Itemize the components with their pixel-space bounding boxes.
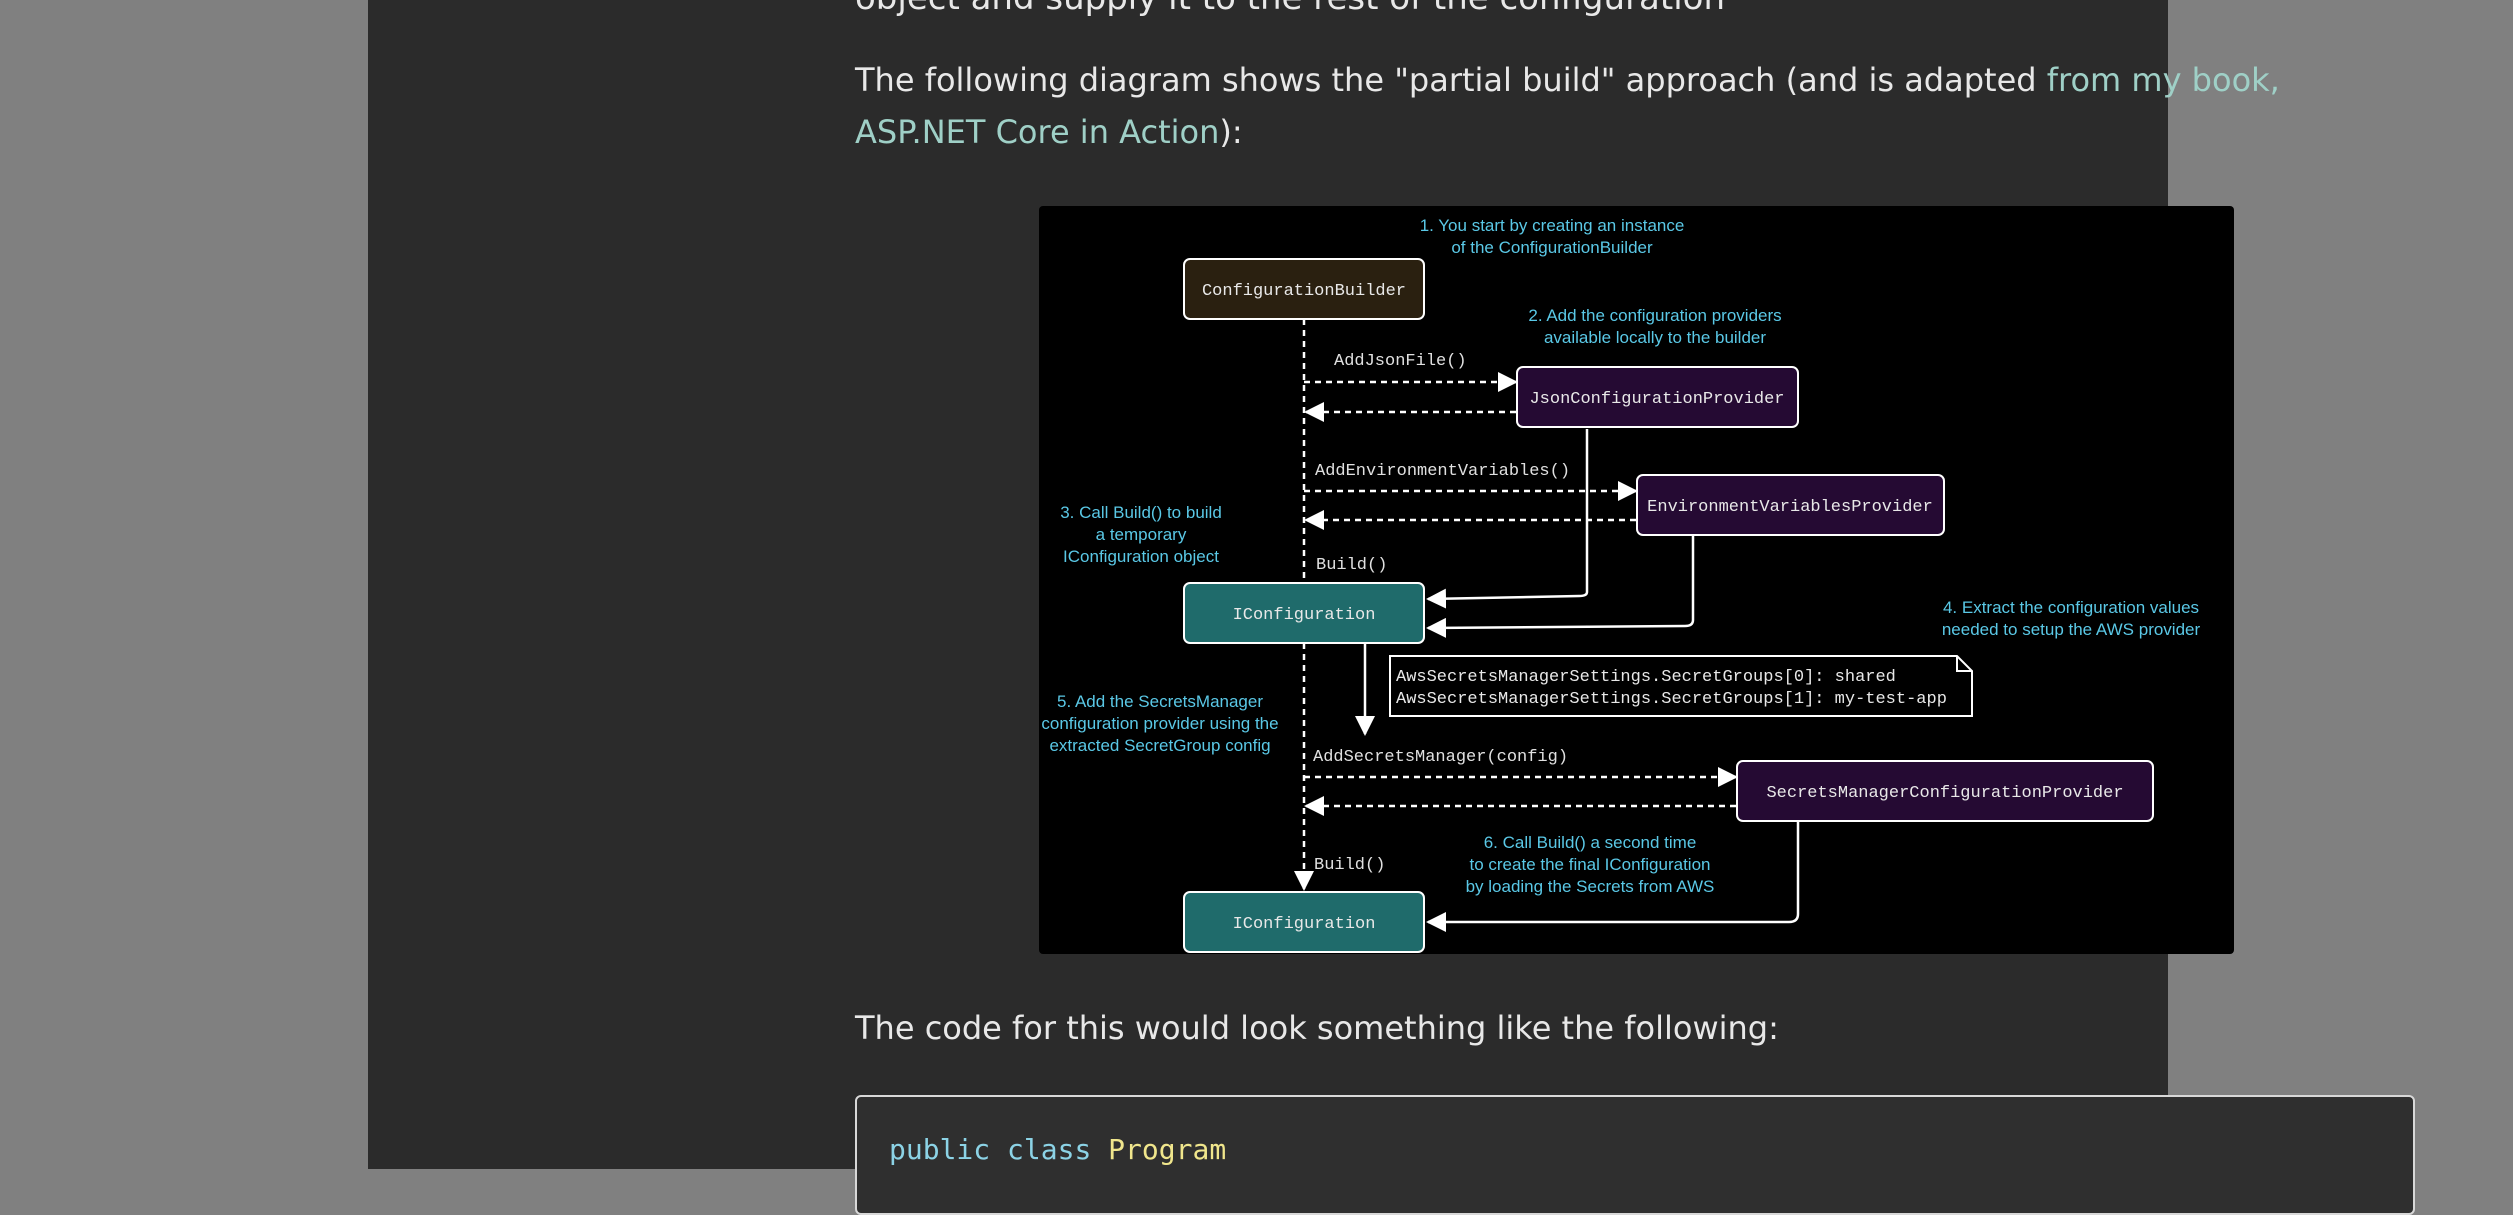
note-step-5: 5. Add the SecretsManager configuration … <box>1041 692 1278 755</box>
svg-text:1. You start by creating an in: 1. You start by creating an instance <box>1420 216 1685 235</box>
keyword-public: public <box>889 1133 991 1166</box>
secrets-provider-box: SecretsManagerConfigurationProvider <box>1736 760 2154 822</box>
note-step-3: 3. Call Build() to build a temporary ICo… <box>1060 503 1222 566</box>
json-provider-box: JsonConfigurationProvider <box>1516 366 1799 428</box>
build-call-label-1: Build() <box>1316 556 1387 575</box>
svg-text:a temporary: a temporary <box>1096 525 1187 544</box>
iconfiguration-temp-label: IConfiguration <box>1233 606 1376 625</box>
note-step-6: 6. Call Build() a second time to create … <box>1466 833 1715 896</box>
svg-text:3. Call Build() to build: 3. Call Build() to build <box>1060 503 1222 522</box>
build-call-label-2: Build() <box>1314 856 1385 875</box>
add-env-call-label: AddEnvironmentVariables() <box>1315 462 1570 481</box>
env-provider-label: EnvironmentVariablesProvider <box>1647 498 1933 517</box>
note-step-1: 1. You start by creating an instance of … <box>1420 216 1685 257</box>
env-provider-box: EnvironmentVariablesProvider <box>1636 474 1945 536</box>
article-page: object and supply it to the rest of the … <box>368 0 2415 1215</box>
note-step-4: 4. Extract the configuration values need… <box>1942 598 2201 639</box>
env-to-iconfig-arrow <box>1426 536 1695 638</box>
svg-text:2. Add the configuration provi: 2. Add the configuration providers <box>1528 306 1781 325</box>
add-json-call-label: AddJsonFile() <box>1334 352 1467 371</box>
svg-text:available locally to the build: available locally to the builder <box>1544 328 1766 347</box>
svg-text:to create the final IConfigura: to create the final IConfiguration <box>1470 855 1711 874</box>
secrets-provider-label: SecretsManagerConfigurationProvider <box>1766 784 2123 803</box>
svg-text:needed to setup the AWS provid: needed to setup the AWS provider <box>1942 620 2201 639</box>
settings-note-box: AwsSecretsManagerSettings.SecretGroups[0… <box>1389 655 1973 717</box>
svg-text:6. Call Build() a second time: 6. Call Build() a second time <box>1484 833 1697 852</box>
partial-build-diagram: ConfigurationBuilder JsonConfigurationPr… <box>1039 206 2234 954</box>
add-secrets-call-label: AddSecretsManager(config) <box>1313 748 1568 767</box>
svg-text:by loading the Secrets from AW: by loading the Secrets from AWS <box>1466 877 1715 896</box>
svg-text:4. Extract the configuration v: 4. Extract the configuration values <box>1943 598 2199 617</box>
class-name: Program <box>1108 1133 1227 1166</box>
iconfiguration-final-label: IConfiguration <box>1233 915 1376 934</box>
settings-line-1: AwsSecretsManagerSettings.SecretGroups[0… <box>1396 668 1896 687</box>
code-intro-paragraph: The code for this would look something l… <box>855 1009 1779 1047</box>
truncated-paragraph: object and supply it to the rest of the … <box>855 0 1725 18</box>
intro-paragraph: The following diagram shows the "partial… <box>855 54 2415 158</box>
code-line-1: public class Program <box>889 1133 1226 1166</box>
intro-text: The following diagram shows the "partial… <box>855 61 2047 99</box>
settings-line-2: AwsSecretsManagerSettings.SecretGroups[1… <box>1396 690 1947 709</box>
svg-text:of the ConfigurationBuilder: of the ConfigurationBuilder <box>1451 238 1653 257</box>
svg-text:IConfiguration object: IConfiguration object <box>1063 547 1219 566</box>
intro-suffix: ): <box>1219 113 1243 151</box>
keyword-class: class <box>1007 1133 1092 1166</box>
svg-text:5. Add the SecretsManager: 5. Add the SecretsManager <box>1057 692 1263 711</box>
json-to-iconfig-arrow <box>1426 429 1589 609</box>
svg-text:extracted SecretGroup config: extracted SecretGroup config <box>1049 736 1270 755</box>
configuration-builder-box: ConfigurationBuilder <box>1183 258 1425 320</box>
iconfiguration-temp-box: IConfiguration <box>1183 582 1425 644</box>
note-step-2: 2. Add the configuration providers avail… <box>1528 306 1781 347</box>
json-provider-label: JsonConfigurationProvider <box>1529 390 1784 409</box>
svg-text:configuration provider using t: configuration provider using the <box>1041 714 1278 733</box>
iconfiguration-final-box: IConfiguration <box>1183 891 1425 953</box>
code-block: public class Program <box>855 1095 2415 1215</box>
configuration-builder-label: ConfigurationBuilder <box>1202 282 1406 301</box>
